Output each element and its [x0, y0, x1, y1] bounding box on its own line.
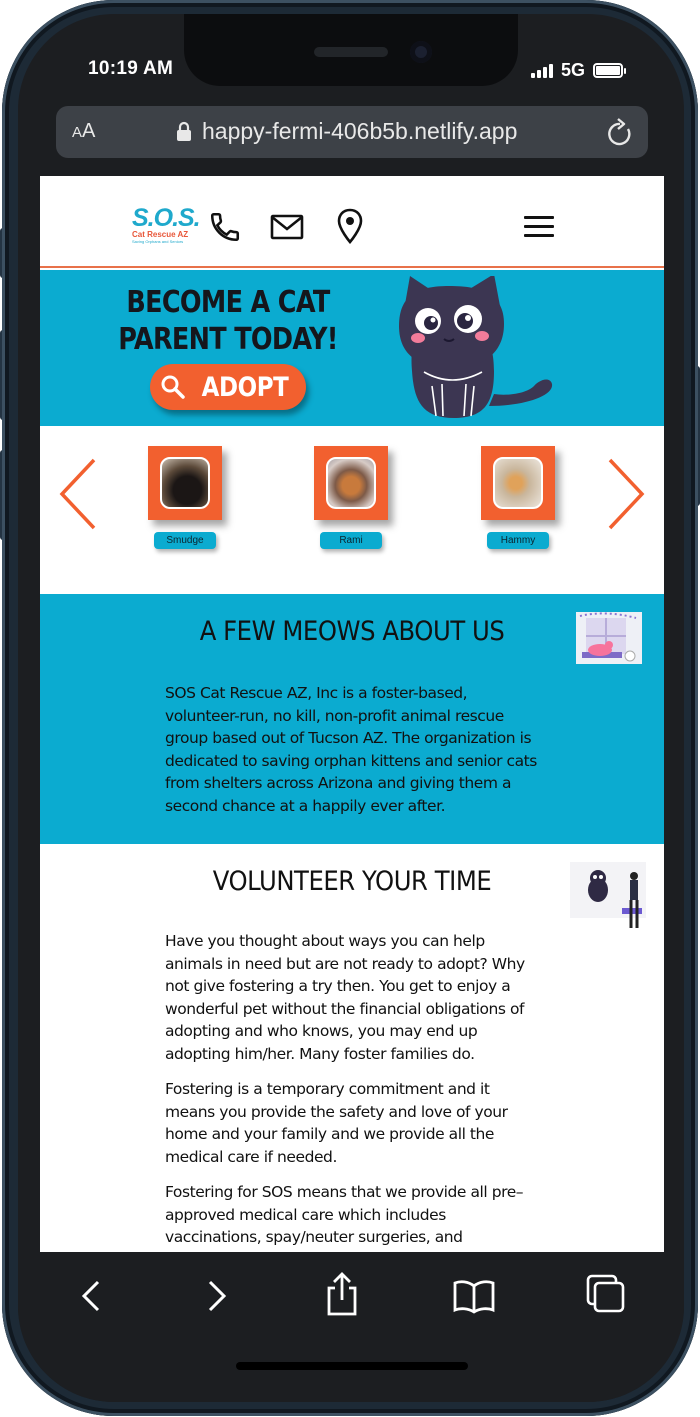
site-header: S.O.S. Cat Rescue AZ Saving Orphans and …	[40, 176, 664, 268]
volunteer-section: VOLUNTEER YOUR TIME Have you thought abo…	[40, 844, 664, 1252]
logo-tagline: Saving Orphans and Seniors	[132, 239, 184, 244]
adopt-label: ADOPT	[201, 371, 289, 403]
signal-icon	[531, 63, 553, 78]
hero-banner: BECOME A CAT PARENT TODAY! ADOPT	[40, 270, 664, 426]
pet-carousel: Smudge Rami Hammy	[40, 426, 664, 594]
phone-screen: 10:19 AM 5G AA happy-fermi-406b5b.netlif…	[18, 14, 684, 1402]
speaker	[314, 47, 388, 57]
pet-photo	[326, 457, 376, 509]
pet-photo-frame	[148, 446, 222, 520]
status-time: 10:19 AM	[88, 58, 174, 79]
phone-frame: 10:19 AM 5G AA happy-fermi-406b5b.netlif…	[2, 0, 698, 1416]
pet-name-label: Rami	[320, 532, 382, 549]
volunteer-paragraph: Fostering is a temporary commitment and …	[165, 1080, 508, 1166]
logo-subtitle: Cat Rescue AZ	[132, 230, 189, 239]
forward-arrow-icon[interactable]	[204, 1278, 228, 1314]
front-camera	[410, 41, 432, 63]
pet-card-rami[interactable]: Rami	[314, 446, 390, 549]
carousel-next-arrow-icon[interactable]	[604, 456, 648, 532]
volunteer-illustration	[570, 862, 646, 928]
back-arrow-icon[interactable]	[80, 1278, 104, 1314]
about-title: A FEW MEOWS ABOUT US	[199, 616, 505, 647]
pet-photo-frame	[481, 446, 555, 520]
hamburger-menu-icon[interactable]	[524, 216, 554, 243]
about-section: A FEW MEOWS ABOUT US SOS Cat Rescue AZ, …	[40, 594, 664, 844]
volunteer-paragraph: Fostering for SOS means that we provide …	[165, 1183, 524, 1252]
home-indicator[interactable]	[236, 1362, 468, 1370]
logo-name: S.O.S.	[132, 204, 201, 232]
pet-photo	[160, 457, 210, 509]
pet-name-label: Hammy	[487, 532, 549, 549]
pet-card-smudge[interactable]: Smudge	[148, 446, 224, 549]
location-pin-icon[interactable]	[336, 208, 364, 244]
adopt-button[interactable]: ADOPT	[150, 364, 306, 410]
network-type: 5G	[561, 60, 586, 80]
cat-window-illustration	[576, 612, 642, 664]
search-icon	[161, 375, 185, 399]
tabs-icon[interactable]	[586, 1274, 626, 1314]
lock-icon	[177, 121, 191, 141]
site-logo[interactable]: S.O.S. Cat Rescue AZ Saving Orphans and …	[132, 204, 201, 248]
url-text[interactable]: happy-fermi-406b5b.netlify.app	[202, 118, 517, 145]
pet-photo-frame	[314, 446, 388, 520]
share-icon[interactable]	[324, 1272, 360, 1316]
hero-title: BECOME A CAT PARENT TODAY!	[118, 285, 338, 357]
volunteer-paragraph: Have you thought about ways you can help…	[165, 932, 525, 1063]
about-text: SOS Cat Rescue AZ, Inc is a foster-based…	[165, 684, 537, 815]
volunteer-title: VOLUNTEER YOUR TIME	[212, 866, 492, 897]
cartoon-cat-illustration	[399, 276, 553, 418]
bookmarks-icon[interactable]	[452, 1278, 496, 1314]
battery-icon	[593, 63, 627, 78]
volunteer-text: Have you thought about ways you can help…	[165, 930, 540, 1252]
browser-toolbar	[18, 1252, 684, 1402]
address-bar[interactable]: AA happy-fermi-406b5b.netlify.app	[56, 106, 648, 158]
reload-icon[interactable]	[606, 118, 634, 148]
pet-name-label: Smudge	[154, 532, 216, 549]
web-content: S.O.S. Cat Rescue AZ Saving Orphans and …	[40, 176, 664, 1252]
pet-card-hammy[interactable]: Hammy	[481, 446, 557, 549]
text-size-button[interactable]: AA	[72, 120, 95, 143]
notch	[184, 14, 518, 86]
status-indicators: 5G	[531, 60, 627, 81]
pet-photo	[493, 457, 543, 509]
carousel-prev-arrow-icon[interactable]	[56, 456, 100, 532]
phone-icon[interactable]	[208, 210, 242, 244]
mail-icon[interactable]	[270, 212, 304, 242]
